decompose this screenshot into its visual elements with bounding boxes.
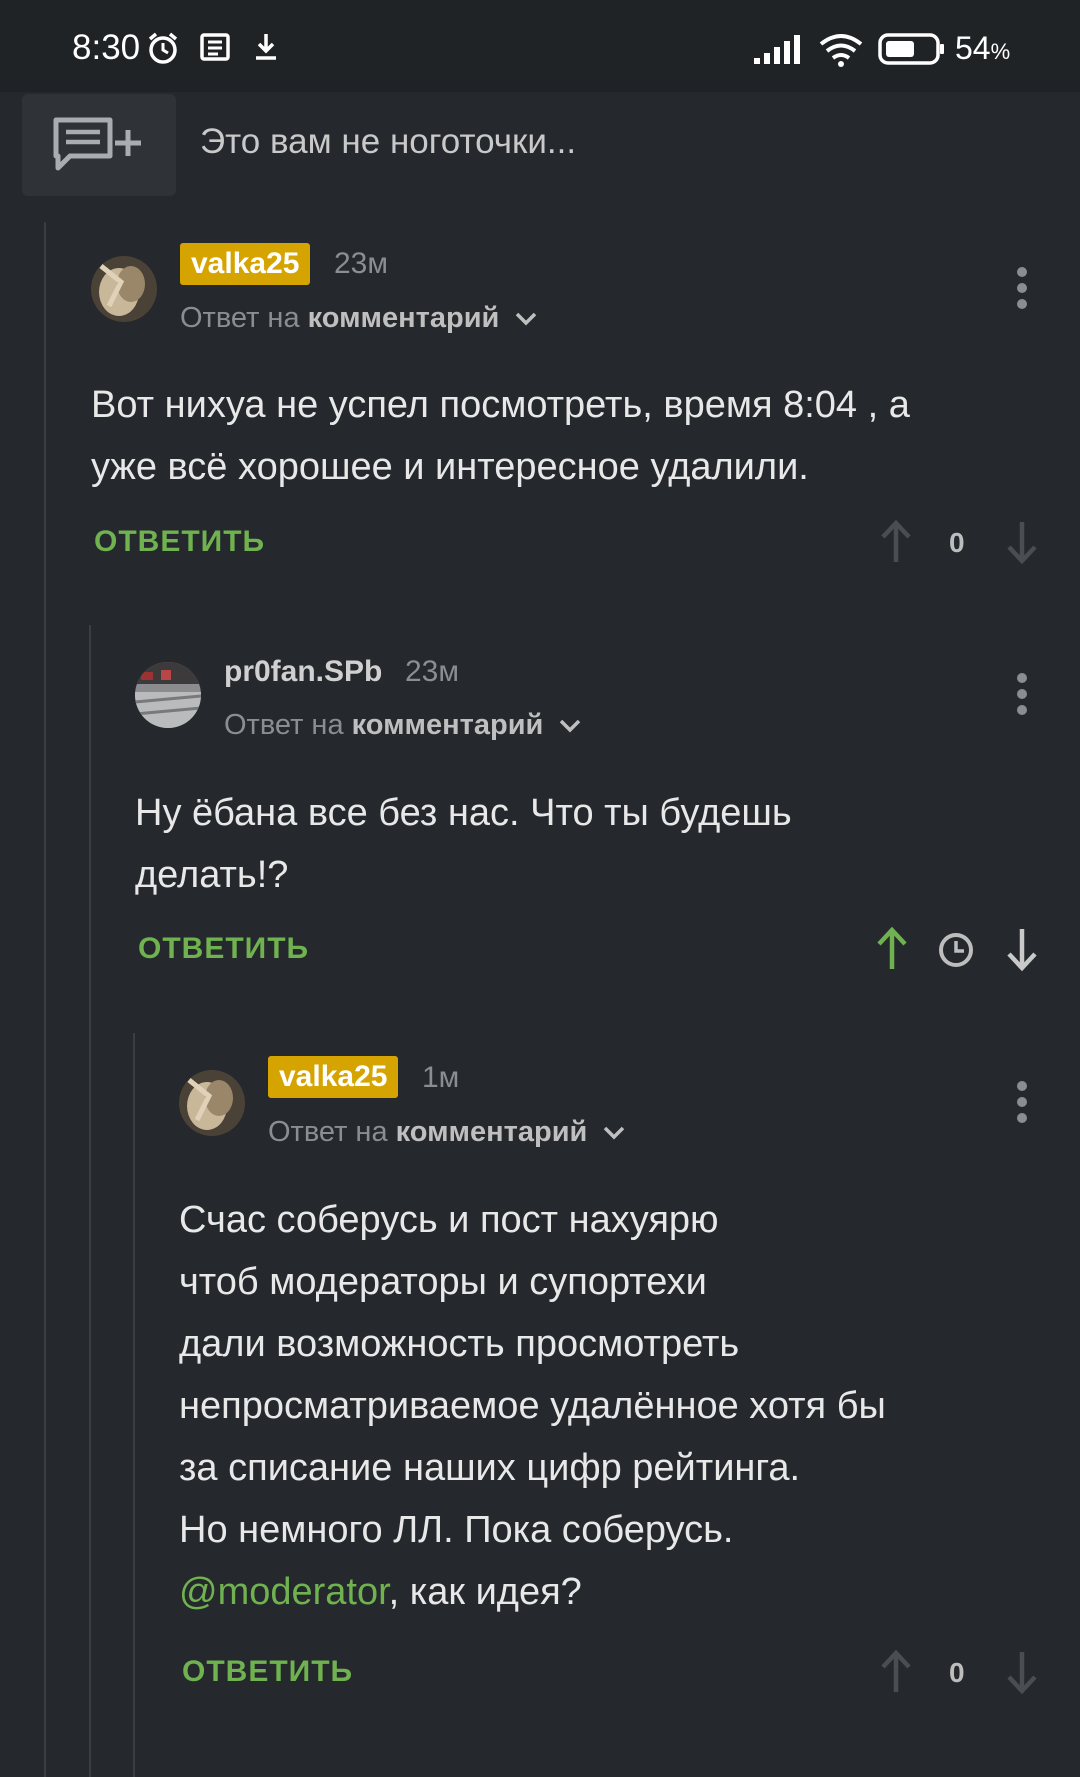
more-options-icon[interactable] — [1007, 672, 1037, 716]
username[interactable]: pr0fan.SPb — [224, 651, 382, 693]
more-options-icon[interactable] — [1007, 1080, 1037, 1124]
chevron-down-icon — [516, 313, 537, 326]
status-bar: 8:30 54% — [0, 0, 1080, 92]
news-icon — [200, 33, 230, 61]
comment-line: непросматриваемое удалённое хотя бы — [179, 1385, 886, 1427]
comment-line: дали возможность просмотреть — [179, 1323, 740, 1365]
battery-icon — [878, 33, 944, 65]
username[interactable]: valka25 — [268, 1056, 399, 1098]
comment-text: Ну ёбана все без нас. Что ты будешь дела… — [135, 782, 1050, 906]
thread-line — [133, 1033, 135, 1777]
battery-percent: 54% — [955, 30, 1011, 66]
status-time: 8:30 — [72, 28, 141, 67]
chevron-down-icon — [560, 720, 581, 733]
mention-link[interactable]: @moderator — [179, 1571, 389, 1613]
post-header: Это вам не ноготочки... — [0, 92, 1080, 197]
arrow-down-icon[interactable] — [1004, 518, 1040, 566]
comment-line: Вот нихуа не успел посмотреть, время 8:0… — [91, 384, 910, 426]
rating-score: 0 — [949, 1657, 965, 1688]
avatar[interactable] — [135, 662, 201, 728]
comment-line: Счас соберусь и пост нахуярю — [179, 1199, 719, 1241]
arrow-up-icon[interactable] — [878, 518, 914, 566]
arrow-down-icon[interactable] — [1004, 1648, 1040, 1696]
comment-line: @moderator, как идея? — [179, 1561, 1059, 1623]
reply-to-link[interactable]: Ответ на комментарий — [180, 302, 537, 335]
thread-line — [44, 222, 46, 1777]
reply-to-link[interactable]: Ответ на комментарий — [224, 709, 581, 742]
post-title[interactable]: Это вам не ноготочки... — [200, 122, 576, 162]
comment-line-rest: , как идея? — [388, 1571, 582, 1613]
comment-time: 1м — [422, 1061, 460, 1094]
comment-text: Счас соберусь и пост нахуярю чтоб модера… — [179, 1189, 1059, 1623]
download-icon — [256, 34, 276, 60]
clock-icon — [939, 933, 973, 967]
add-comment-button[interactable] — [22, 94, 176, 196]
avatar[interactable] — [91, 256, 157, 322]
horse-avatar-image — [179, 1070, 245, 1136]
reply-button[interactable]: ОТВЕТИТЬ — [94, 525, 265, 559]
reply-to-link[interactable]: Ответ на комментарий — [268, 1116, 625, 1149]
comment-time: 23м — [334, 247, 388, 280]
photo-avatar-image — [135, 662, 201, 728]
horse-avatar-image — [91, 256, 157, 322]
wifi-icon — [819, 34, 863, 67]
arrow-up-icon[interactable] — [878, 1648, 914, 1696]
chevron-down-icon — [604, 1127, 625, 1140]
comment-time: 23м — [405, 655, 459, 688]
thread-line — [89, 625, 91, 1777]
more-options-icon[interactable] — [1007, 266, 1037, 310]
alarm-icon — [148, 32, 178, 64]
arrow-down-icon[interactable] — [1004, 925, 1040, 973]
comment-text: Вот нихуа не успел посмотреть, время 8:0… — [91, 374, 1051, 498]
signal-icon — [754, 35, 800, 64]
avatar[interactable] — [179, 1070, 245, 1136]
comment-line: делать!? — [135, 854, 289, 896]
add-comment-icon — [53, 117, 141, 171]
comment-line: Но немного ЛЛ. Пока соберусь. — [179, 1509, 734, 1551]
reply-button[interactable]: ОТВЕТИТЬ — [138, 932, 309, 966]
comment-line: за списание наших цифр рейтинга. — [179, 1447, 801, 1489]
reply-button[interactable]: ОТВЕТИТЬ — [182, 1655, 353, 1689]
comment-line: Ну ёбана все без нас. Что ты будешь — [135, 792, 792, 834]
comment-line: уже всё хорошее и интересное удалили. — [91, 446, 809, 488]
arrow-up-icon[interactable] — [874, 925, 910, 973]
rating-score: 0 — [949, 527, 965, 558]
username[interactable]: valka25 — [180, 243, 311, 285]
comment-line: чтоб модераторы и супортехи — [179, 1261, 707, 1303]
